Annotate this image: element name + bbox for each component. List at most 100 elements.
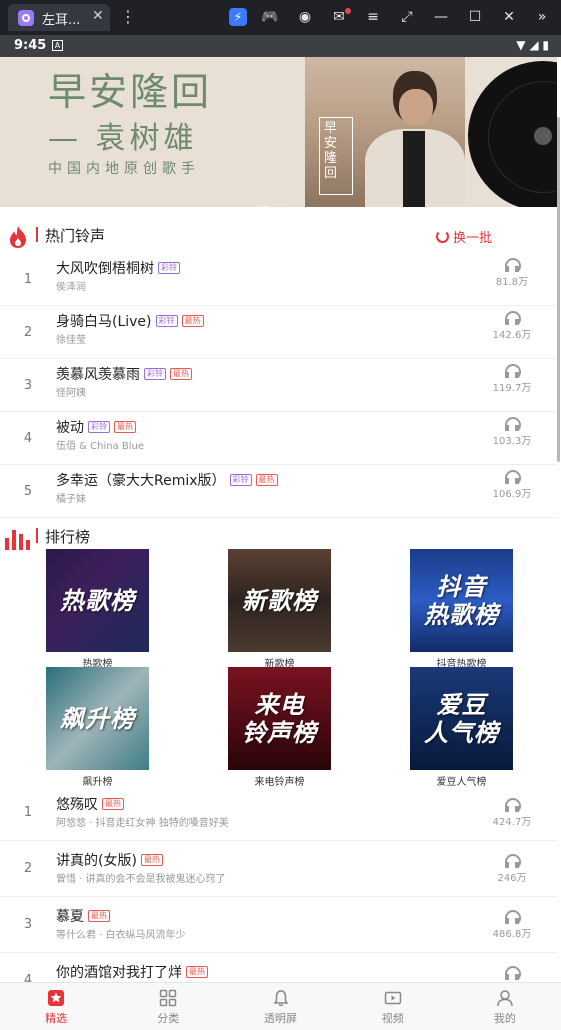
play-count[interactable]: 81.8万	[487, 258, 537, 288]
play-count[interactable]: 486.8万	[487, 910, 537, 940]
video-icon	[384, 989, 402, 1007]
banner-dot[interactable]	[273, 206, 278, 207]
nav-grid[interactable]: 分类	[112, 983, 224, 1030]
nav-user[interactable]: 我的	[449, 983, 561, 1030]
play-count-text: 119.7万	[492, 383, 532, 394]
song-title: 身骑白马(Live) 彩铃 最热	[56, 311, 204, 331]
close-window-icon[interactable]: ✕	[500, 8, 518, 26]
play-count[interactable]: 246万	[487, 854, 537, 884]
refresh-batch-button[interactable]: 换一批	[436, 227, 492, 246]
ranking-cover-text: 热歌榜	[60, 586, 135, 615]
banner-subtitle: — 袁树雄	[48, 121, 198, 156]
signal-battery-icons: ▼ ◢ ▮	[516, 38, 549, 52]
hot-badge: 最热	[170, 368, 192, 380]
play-count-text: 486.8万	[492, 929, 532, 940]
app-tab-title: 左耳...	[42, 13, 81, 28]
song-row[interactable]: 2 讲真的(女版) 最热 曾惜 · 讲真的会不会是我被鬼迷心窍了 246万	[0, 841, 557, 897]
song-row[interactable]: 4 被动 彩铃 最热 伍佰 & China Blue 103.3万	[0, 412, 557, 465]
ranking-cover-image: 抖音 热歌榜	[410, 549, 513, 652]
ranking-cover-text: 新歌榜	[242, 586, 317, 615]
hot-ringtones-header: 热门铃声 换一批	[0, 220, 557, 250]
song-title: 悠殇叹 最热	[56, 794, 124, 814]
artist-photo: 早安隆回	[305, 57, 465, 207]
song-row[interactable]: 1 大风吹倒梧桐树 彩铃 侯泽润 81.8万	[0, 253, 557, 306]
promo-banner[interactable]: 早安隆回 — 袁树雄 中国内地原创歌手 早安隆回	[0, 57, 557, 207]
hamburger-icon[interactable]: ≡	[364, 8, 382, 26]
notification-dot	[345, 8, 351, 14]
song-row[interactable]: 3 羡慕风羡慕雨 彩铃 最热 怪阿姨 119.7万	[0, 359, 557, 412]
headphone-icon	[504, 258, 521, 274]
song-title: 被动 彩铃 最热	[56, 417, 136, 437]
notification-a-icon: A	[52, 40, 63, 51]
section-divider	[36, 528, 38, 543]
headphone-icon	[504, 470, 521, 486]
ranking-card[interactable]: 新歌榜 新歌榜	[228, 549, 331, 670]
song-row[interactable]: 1 悠殇叹 最热 阿悠悠 · 抖音走红女神 独特的嗓音好美 424.7万	[0, 785, 557, 841]
play-count[interactable]: 106.9万	[487, 470, 537, 500]
minimize-icon[interactable]: —	[432, 8, 450, 26]
song-rank: 5	[23, 483, 33, 499]
nav-bell[interactable]: 透明屏	[224, 983, 336, 1030]
song-rank: 4	[23, 973, 33, 982]
ranking-card[interactable]: 飙升榜 飙升榜	[46, 667, 149, 788]
color-ring-badge: 彩铃	[144, 368, 166, 380]
close-tab-icon[interactable]: ✕	[92, 8, 104, 24]
play-count[interactable]: 119.7万	[487, 364, 537, 394]
ranking-cover-image: 来电 铃声榜	[228, 667, 331, 770]
play-count[interactable]: 424.7万	[487, 798, 537, 828]
bottom-navigation: 精选 分类 透明屏 视频 我的	[0, 982, 561, 1030]
maximize-icon[interactable]: ☐	[466, 8, 484, 26]
ranking-cover-text: 飙升榜	[60, 704, 135, 733]
song-artist: 曾惜 · 讲真的会不会是我被鬼迷心窍了	[56, 874, 226, 885]
song-row[interactable]: 2 身骑白马(Live) 彩铃 最热 徐佳莹 142.6万	[0, 306, 557, 359]
play-count-text: 106.9万	[492, 489, 532, 500]
star-icon	[47, 989, 65, 1007]
play-count-text: 246万	[497, 873, 527, 884]
ranking-cover-image: 飙升榜	[46, 667, 149, 770]
ranking-card[interactable]: 爱豆 人气榜 爱豆人气榜	[410, 667, 513, 788]
headphone-icon	[504, 417, 521, 433]
refresh-label: 换一批	[453, 231, 493, 246]
banner-description: 中国内地原创歌手	[48, 161, 200, 177]
nav-video[interactable]: 视频	[337, 983, 449, 1030]
play-count[interactable]: 103.3万	[487, 417, 537, 447]
play-count[interactable]: 142.6万	[487, 311, 537, 341]
banner-dot[interactable]	[284, 206, 289, 207]
song-title: 讲真的(女版) 最热	[56, 850, 163, 870]
song-artist: 橘子妹	[56, 494, 86, 505]
ranking-cover-image: 新歌榜	[228, 549, 331, 652]
song-rank: 1	[23, 271, 33, 287]
lightning-icon[interactable]: ⚡	[229, 8, 247, 26]
ranking-card[interactable]: 抖音 热歌榜 抖音热歌榜	[410, 549, 513, 670]
flame-icon	[10, 226, 26, 248]
gamepad-icon[interactable]: 🎮	[261, 8, 279, 26]
app-tab[interactable]: 左耳... ✕	[8, 4, 110, 31]
banner-title: 早安隆回	[48, 70, 213, 114]
banner-dot[interactable]	[262, 206, 267, 207]
song-rank: 3	[23, 917, 33, 932]
scrollbar[interactable]	[557, 117, 560, 462]
section-title: 排行榜	[45, 528, 91, 546]
sidebar-toggle-icon[interactable]: »	[533, 8, 551, 26]
song-row[interactable]: 4 你的酒馆对我打了烊 最热	[0, 953, 557, 982]
account-icon[interactable]: ◉	[296, 8, 314, 26]
ranking-card[interactable]: 来电 铃声榜 来电铃声榜	[228, 667, 331, 788]
play-count-text: 81.8万	[495, 277, 529, 288]
more-menu-icon[interactable]: ⋮	[120, 7, 136, 27]
ranking-card[interactable]: 热歌榜 热歌榜	[46, 549, 149, 670]
emulator-titlebar: 左耳... ✕ ⋮ ⚡ 🎮 ◉ ✉ ≡ ⤢ — ☐ ✕ »	[0, 0, 561, 35]
refresh-icon	[436, 230, 449, 243]
song-artist: 徐佳莹	[56, 335, 86, 346]
song-row[interactable]: 3 慕夏 最热 等什么君 · 白衣纵马风流年少 486.8万	[0, 897, 557, 953]
play-count[interactable]	[487, 966, 537, 982]
song-row[interactable]: 5 多幸运（豪大大Remix版） 彩铃 最热 橘子妹 106.9万	[0, 465, 557, 518]
nav-star[interactable]: 精选	[0, 983, 112, 1030]
song-artist: 等什么君 · 白衣纵马风流年少	[56, 930, 186, 941]
grid-icon	[159, 989, 177, 1007]
headphone-icon	[504, 311, 521, 327]
song-rank: 4	[23, 430, 33, 446]
color-ring-badge: 彩铃	[88, 421, 110, 433]
main-content[interactable]: 早安隆回 — 袁树雄 中国内地原创歌手 早安隆回 热门铃声 换一批 1 大风吹倒梧…	[0, 57, 561, 982]
nav-label: 我的	[493, 1012, 516, 1025]
fullscreen-icon[interactable]: ⤢	[398, 8, 416, 26]
